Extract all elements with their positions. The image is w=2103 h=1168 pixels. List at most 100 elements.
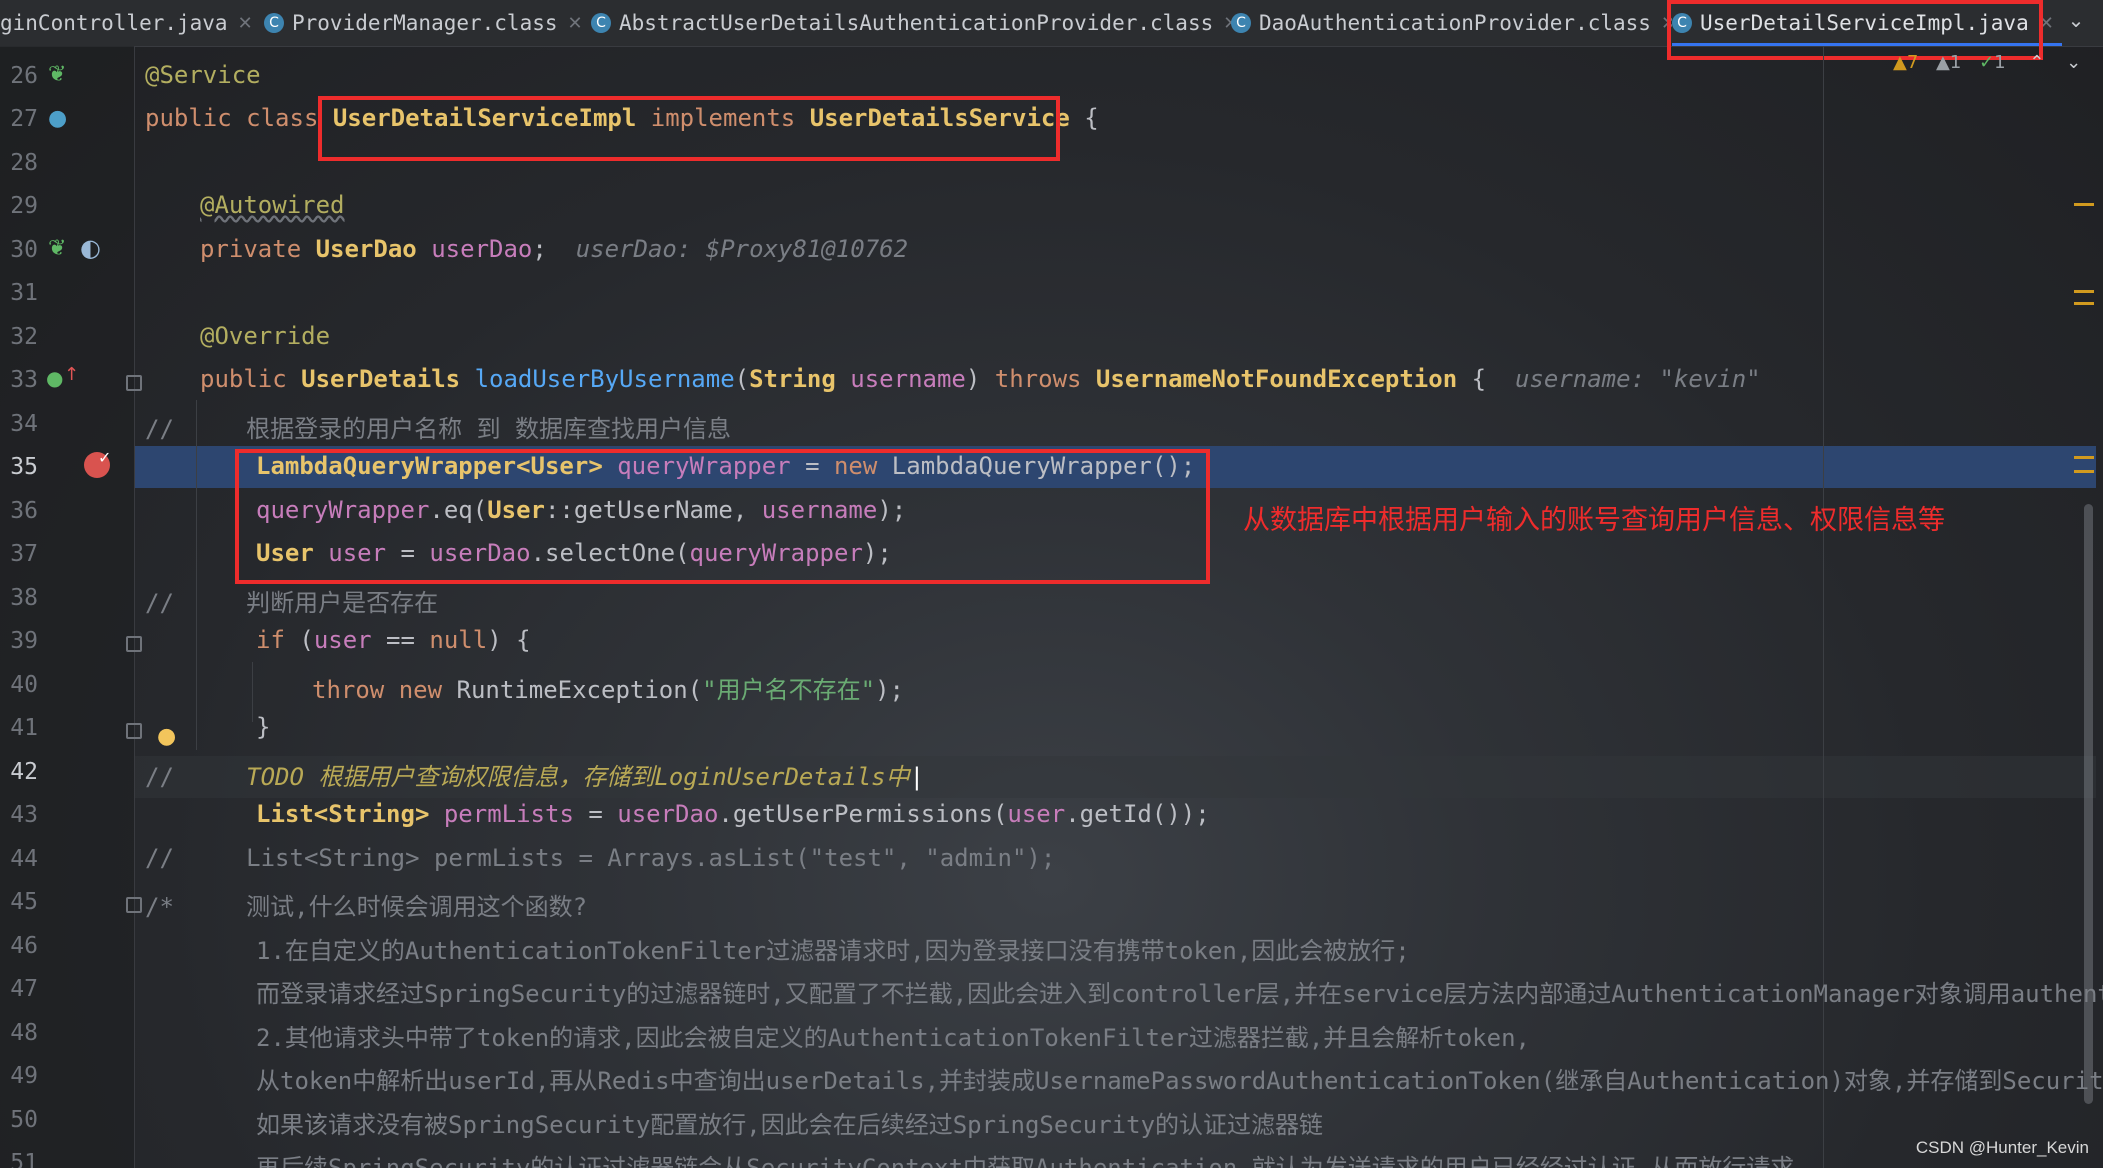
fold-icon[interactable]	[126, 375, 142, 391]
code-line-38[interactable]: // 判断用户是否存在	[145, 583, 438, 618]
arrow-up-icon[interactable]: ↑	[64, 364, 79, 385]
line-number: 38	[10, 585, 38, 611]
keyword: null	[429, 626, 488, 654]
variable: user	[313, 626, 372, 654]
fold-icon[interactable]	[126, 636, 142, 652]
warning-stripe-mark[interactable]	[2074, 302, 2094, 305]
code-line-32[interactable]: @Override	[200, 322, 330, 350]
string-literal: "用户名不存在"	[702, 676, 876, 704]
tab-daoauthentication[interactable]: C DaoAuthenticationProvider.class ✕	[1231, 0, 1676, 46]
type-name: String	[749, 365, 836, 393]
active-tab-highlight-box	[1667, 0, 2043, 60]
warning-stripe-mark[interactable]	[2074, 290, 2094, 293]
implements-method-icon[interactable]: ●	[46, 366, 63, 390]
code-line-42[interactable]: // TODO 根据用户查询权限信息，存储到LoginUserDetails中|	[145, 757, 924, 792]
line-number: 28	[10, 150, 38, 176]
code-line-29[interactable]: @Autowired	[200, 191, 345, 219]
type-name: UsernameNotFoundException	[1095, 365, 1458, 393]
warning-stripe-mark[interactable]	[2074, 470, 2094, 473]
field-name: userDao	[617, 800, 719, 828]
line-number: 44	[10, 846, 38, 872]
weak-warning-icon: ▲	[1936, 52, 1950, 73]
typo-count: 1	[1994, 52, 2006, 73]
close-icon[interactable]: ✕	[238, 13, 253, 34]
code-line-50[interactable]: 如果该请求没有被SpringSecurity配置放行,因此会在后续经过Sprin…	[256, 1105, 1323, 1140]
type-name: List<String>	[256, 800, 430, 828]
field-name: userDao	[431, 235, 533, 263]
line-number: 37	[10, 541, 38, 567]
chevron-down-icon[interactable]: ⌄	[2066, 52, 2081, 73]
spring-bean-icon[interactable]: ❦	[48, 236, 66, 261]
code-line-46[interactable]: 1.在自定义的AuthenticationTokenFilter过滤器请求时,因…	[256, 931, 1410, 966]
code-line-40[interactable]: throw new RuntimeException("用户名不存在");	[312, 670, 904, 705]
typo-icon: ✓	[1979, 52, 1995, 73]
lightbulb-icon[interactable]: ●	[157, 724, 176, 749]
brace: {	[1084, 104, 1099, 132]
code-line-45[interactable]: /* 测试,什么时候会调用这个函数?	[145, 887, 587, 922]
warning-stripe-mark[interactable]	[2074, 456, 2094, 459]
code-line-39[interactable]: if (user == null) {	[256, 626, 531, 654]
operator: =	[573, 800, 618, 828]
line-number: 33	[10, 367, 38, 393]
chevron-up-icon[interactable]: ⌃	[2029, 52, 2044, 73]
query-block-highlight-box	[235, 449, 1210, 584]
code-line-44[interactable]: // List<String> permLists = Arrays.asLis…	[145, 844, 1055, 872]
code-line-30[interactable]: private UserDao userDao; userDao: $Proxy…	[200, 235, 908, 263]
line-number: 26	[10, 63, 38, 89]
close-icon[interactable]: ✕	[568, 13, 583, 34]
brace: {	[1471, 365, 1487, 393]
tab-label: DaoAuthenticationProvider.class	[1259, 11, 1651, 35]
implements-interface-icon[interactable]: ●	[48, 106, 67, 131]
spring-bean-icon[interactable]: ❦	[48, 62, 66, 87]
line-number: 31	[10, 280, 38, 306]
keyword: class	[246, 104, 319, 132]
navigate-to-bean-icon[interactable]: ◐	[80, 234, 101, 262]
chevron-down-icon[interactable]: ⌄	[2062, 8, 2090, 36]
class-file-icon: C	[1231, 13, 1251, 33]
line-number: 48	[10, 1020, 38, 1046]
code-line-34[interactable]: // 根据登录的用户名称 到 数据库查找用户信息	[145, 409, 731, 444]
line-number: 46	[10, 933, 38, 959]
line-number: 30	[10, 237, 38, 263]
warning-icon: ▲	[1893, 52, 1907, 73]
keyword: throws	[994, 365, 1082, 393]
code-line-51[interactable]: 再后续SpringSecurity的认证过滤器链会从SecurityContex…	[256, 1148, 1794, 1168]
tab-providermanager[interactable]: C ProviderManager.class ✕	[264, 0, 583, 46]
line-number: 39	[10, 628, 38, 654]
tab-abstractuserdetails[interactable]: C AbstractUserDetailsAuthenticationProvid…	[591, 0, 1238, 46]
tab-label: ginController.java	[0, 11, 228, 35]
type-name: UserDetails	[301, 365, 461, 393]
line-number: 29	[10, 193, 38, 219]
code-line-49[interactable]: 从token中解析出userId,再从Redis中查询出userDetails,…	[256, 1061, 2103, 1096]
line-number: 50	[10, 1107, 38, 1133]
tab-logincontroller[interactable]: ginController.java ✕	[0, 0, 253, 46]
paren: );	[875, 676, 904, 704]
code-line-47[interactable]: 而登录请求经过SpringSecurity的过滤器链时,又配置了不拦截,因此会进…	[256, 974, 2103, 1009]
code-line-43[interactable]: List<String> permLists = userDao.getUser…	[256, 800, 1210, 828]
inspection-widget[interactable]: ▲7 ▲1 ✓1 ⌃ ⌄	[1893, 52, 2081, 73]
indent-guide	[196, 400, 197, 750]
line-number: 41	[10, 715, 38, 741]
comment-slash: //	[145, 763, 174, 791]
fold-icon[interactable]	[126, 897, 142, 913]
warning-stripe-mark[interactable]	[2074, 203, 2094, 206]
annotation-text: 从数据库中根据用户输入的账号查询用户信息、权限信息等	[1243, 505, 1945, 536]
keyword: public	[145, 104, 232, 132]
check-icon: ✓	[98, 448, 112, 467]
code-line-26[interactable]: @Service	[145, 61, 261, 89]
paren: (	[734, 365, 750, 393]
vertical-scrollbar[interactable]	[2084, 504, 2093, 1104]
indent-guide	[252, 662, 253, 722]
warning-count: 7	[1906, 52, 1919, 73]
paren: (	[284, 626, 314, 654]
tab-label: ProviderManager.class	[292, 11, 558, 35]
line-number: 47	[10, 976, 38, 1002]
variable: user	[1007, 800, 1066, 828]
line-number: 34	[10, 411, 38, 437]
brace: ) {	[487, 626, 531, 654]
code-line-33[interactable]: public UserDetails loadUserByUsername(St…	[200, 365, 1761, 393]
fold-icon[interactable]	[126, 723, 142, 739]
code-line-48[interactable]: 2.其他请求头中带了token的请求,因此会被自定义的Authenticatio…	[256, 1018, 1530, 1053]
method-call: .getId());	[1065, 800, 1210, 828]
code-line-41[interactable]: }	[256, 713, 270, 741]
